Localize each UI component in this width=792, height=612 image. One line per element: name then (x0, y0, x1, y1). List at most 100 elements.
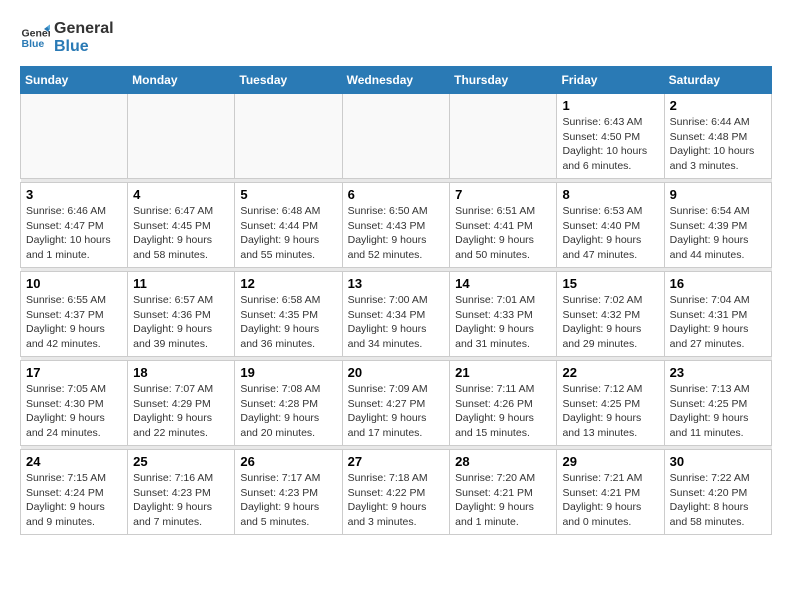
calendar-cell: 2 Sunrise: 6:44 AM Sunset: 4:48 PM Daylig… (664, 94, 771, 179)
day-number: 13 (348, 276, 445, 291)
day-info: Sunrise: 7:05 AM Sunset: 4:30 PM Dayligh… (26, 382, 122, 441)
day-info: Sunrise: 7:01 AM Sunset: 4:33 PM Dayligh… (455, 293, 551, 352)
weekday-header-friday: Friday (557, 67, 664, 94)
day-info: Sunrise: 7:15 AM Sunset: 4:24 PM Dayligh… (26, 471, 122, 530)
logo: General Blue General Blue (20, 20, 114, 56)
day-info: Sunrise: 7:07 AM Sunset: 4:29 PM Dayligh… (133, 382, 229, 441)
day-number: 23 (670, 365, 766, 380)
calendar-cell (128, 94, 235, 179)
day-info: Sunrise: 7:02 AM Sunset: 4:32 PM Dayligh… (562, 293, 658, 352)
day-number: 8 (562, 187, 658, 202)
day-info: Sunrise: 7:20 AM Sunset: 4:21 PM Dayligh… (455, 471, 551, 530)
calendar-cell: 28Sunrise: 7:20 AM Sunset: 4:21 PM Dayli… (450, 450, 557, 535)
day-info: Sunrise: 7:21 AM Sunset: 4:21 PM Dayligh… (562, 471, 658, 530)
day-number: 1 (562, 98, 658, 113)
calendar-cell (235, 94, 342, 179)
day-info: Sunrise: 7:16 AM Sunset: 4:23 PM Dayligh… (133, 471, 229, 530)
calendar-cell: 6 Sunrise: 6:50 AM Sunset: 4:43 PM Daylig… (342, 183, 450, 268)
weekday-header-row: SundayMondayTuesdayWednesdayThursdayFrid… (21, 67, 772, 94)
day-number: 5 (240, 187, 336, 202)
day-number: 25 (133, 454, 229, 469)
calendar-cell: 10Sunrise: 6:55 AM Sunset: 4:37 PM Dayli… (21, 272, 128, 357)
day-number: 11 (133, 276, 229, 291)
calendar-cell (21, 94, 128, 179)
day-number: 10 (26, 276, 122, 291)
calendar-cell: 29Sunrise: 7:21 AM Sunset: 4:21 PM Dayli… (557, 450, 664, 535)
calendar-cell: 16 Sunrise: 7:04 AM Sunset: 4:31 PM Dayli… (664, 272, 771, 357)
day-number: 27 (348, 454, 445, 469)
day-info: Sunrise: 6:44 AM Sunset: 4:48 PM Dayligh… (670, 115, 766, 174)
calendar-cell: 30Sunrise: 7:22 AM Sunset: 4:20 PM Dayli… (664, 450, 771, 535)
calendar-cell: 7Sunrise: 6:51 AM Sunset: 4:41 PM Daylig… (450, 183, 557, 268)
day-number: 4 (133, 187, 229, 202)
day-info: Sunrise: 7:11 AM Sunset: 4:26 PM Dayligh… (455, 382, 551, 441)
calendar-cell: 15 Sunrise: 7:02 AM Sunset: 4:32 PM Dayli… (557, 272, 664, 357)
calendar-cell: 24 Sunrise: 7:15 AM Sunset: 4:24 PM Dayli… (21, 450, 128, 535)
day-number: 9 (670, 187, 766, 202)
day-info: Sunrise: 6:43 AM Sunset: 4:50 PM Dayligh… (562, 115, 658, 174)
day-info: Sunrise: 6:46 AM Sunset: 4:47 PM Dayligh… (26, 204, 122, 263)
day-info: Sunrise: 6:47 AM Sunset: 4:45 PM Dayligh… (133, 204, 229, 263)
calendar-cell: 18 Sunrise: 7:07 AM Sunset: 4:29 PM Dayli… (128, 361, 235, 446)
day-info: Sunrise: 6:51 AM Sunset: 4:41 PM Dayligh… (455, 204, 551, 263)
day-number: 12 (240, 276, 336, 291)
calendar-cell: 22 Sunrise: 7:12 AM Sunset: 4:25 PM Dayli… (557, 361, 664, 446)
day-info: Sunrise: 7:00 AM Sunset: 4:34 PM Dayligh… (348, 293, 445, 352)
day-info: Sunrise: 7:08 AM Sunset: 4:28 PM Dayligh… (240, 382, 336, 441)
day-info: Sunrise: 6:48 AM Sunset: 4:44 PM Dayligh… (240, 204, 336, 263)
weekday-header-wednesday: Wednesday (342, 67, 450, 94)
day-number: 2 (670, 98, 766, 113)
day-number: 24 (26, 454, 122, 469)
week-row-3: 10Sunrise: 6:55 AM Sunset: 4:37 PM Dayli… (21, 272, 772, 357)
day-number: 16 (670, 276, 766, 291)
calendar-cell: 11 Sunrise: 6:57 AM Sunset: 4:36 PM Dayli… (128, 272, 235, 357)
logo-blue: Blue (54, 38, 114, 56)
day-number: 22 (562, 365, 658, 380)
week-row-5: 24 Sunrise: 7:15 AM Sunset: 4:24 PM Dayli… (21, 450, 772, 535)
day-info: Sunrise: 6:53 AM Sunset: 4:40 PM Dayligh… (562, 204, 658, 263)
day-info: Sunrise: 6:50 AM Sunset: 4:43 PM Dayligh… (348, 204, 445, 263)
day-number: 15 (562, 276, 658, 291)
calendar-cell: 12 Sunrise: 6:58 AM Sunset: 4:35 PM Dayli… (235, 272, 342, 357)
day-info: Sunrise: 7:13 AM Sunset: 4:25 PM Dayligh… (670, 382, 766, 441)
calendar-cell (450, 94, 557, 179)
calendar-cell: 17Sunrise: 7:05 AM Sunset: 4:30 PM Dayli… (21, 361, 128, 446)
calendar-cell: 23 Sunrise: 7:13 AM Sunset: 4:25 PM Dayli… (664, 361, 771, 446)
day-number: 14 (455, 276, 551, 291)
svg-text:Blue: Blue (22, 38, 45, 50)
calendar-cell: 26Sunrise: 7:17 AM Sunset: 4:23 PM Dayli… (235, 450, 342, 535)
day-info: Sunrise: 7:18 AM Sunset: 4:22 PM Dayligh… (348, 471, 445, 530)
day-info: Sunrise: 7:04 AM Sunset: 4:31 PM Dayligh… (670, 293, 766, 352)
calendar-cell: 4 Sunrise: 6:47 AM Sunset: 4:45 PM Daylig… (128, 183, 235, 268)
calendar-cell: 1 Sunrise: 6:43 AM Sunset: 4:50 PM Daylig… (557, 94, 664, 179)
weekday-header-monday: Monday (128, 67, 235, 94)
day-number: 18 (133, 365, 229, 380)
calendar-cell: 14 Sunrise: 7:01 AM Sunset: 4:33 PM Dayli… (450, 272, 557, 357)
day-number: 21 (455, 365, 551, 380)
day-number: 20 (348, 365, 445, 380)
weekday-header-sunday: Sunday (21, 67, 128, 94)
week-row-2: 3 Sunrise: 6:46 AM Sunset: 4:47 PM Daylig… (21, 183, 772, 268)
weekday-header-saturday: Saturday (664, 67, 771, 94)
calendar-cell: 19 Sunrise: 7:08 AM Sunset: 4:28 PM Dayli… (235, 361, 342, 446)
weekday-header-thursday: Thursday (450, 67, 557, 94)
calendar-cell: 5 Sunrise: 6:48 AM Sunset: 4:44 PM Daylig… (235, 183, 342, 268)
calendar-cell: 8 Sunrise: 6:53 AM Sunset: 4:40 PM Daylig… (557, 183, 664, 268)
day-number: 3 (26, 187, 122, 202)
day-number: 26 (240, 454, 336, 469)
logo-icon: General Blue (20, 23, 50, 53)
day-info: Sunrise: 7:12 AM Sunset: 4:25 PM Dayligh… (562, 382, 658, 441)
calendar-cell: 20 Sunrise: 7:09 AM Sunset: 4:27 PM Dayli… (342, 361, 450, 446)
calendar-cell (342, 94, 450, 179)
week-row-1: 1 Sunrise: 6:43 AM Sunset: 4:50 PM Daylig… (21, 94, 772, 179)
day-number: 6 (348, 187, 445, 202)
weekday-header-tuesday: Tuesday (235, 67, 342, 94)
day-number: 19 (240, 365, 336, 380)
day-info: Sunrise: 6:57 AM Sunset: 4:36 PM Dayligh… (133, 293, 229, 352)
day-info: Sunrise: 7:09 AM Sunset: 4:27 PM Dayligh… (348, 382, 445, 441)
logo-general: General (54, 20, 114, 38)
calendar: SundayMondayTuesdayWednesdayThursdayFrid… (20, 66, 772, 535)
day-info: Sunrise: 6:58 AM Sunset: 4:35 PM Dayligh… (240, 293, 336, 352)
calendar-cell: 25 Sunrise: 7:16 AM Sunset: 4:23 PM Dayli… (128, 450, 235, 535)
calendar-cell: 3 Sunrise: 6:46 AM Sunset: 4:47 PM Daylig… (21, 183, 128, 268)
